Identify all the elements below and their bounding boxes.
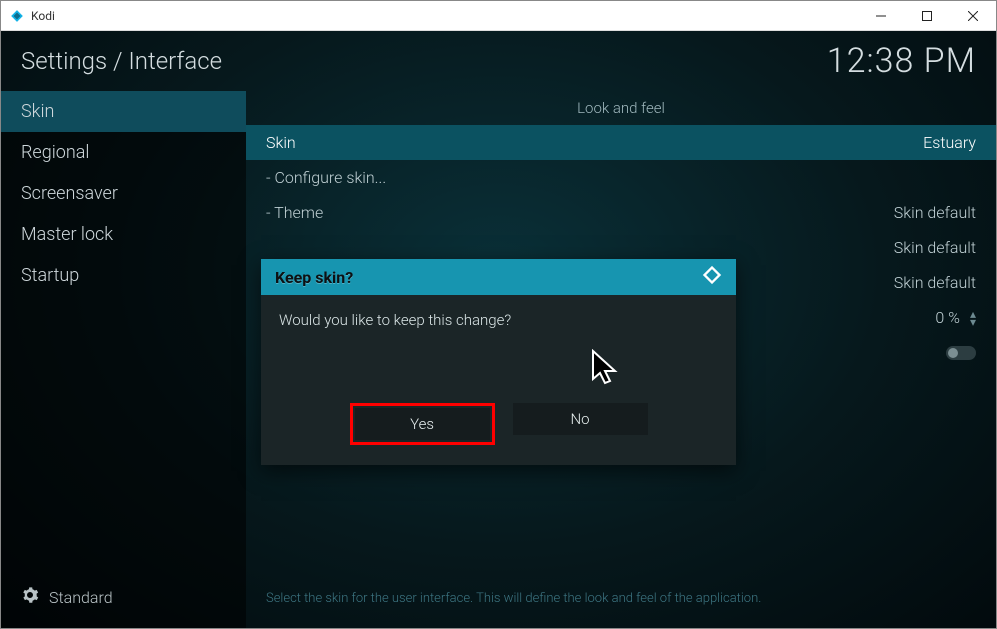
settings-level-label: Standard [49, 588, 113, 607]
sidebar-item-startup[interactable]: Startup [1, 255, 246, 296]
button-label: No [570, 410, 589, 428]
breadcrumb: Settings / Interface [21, 47, 222, 75]
setting-value: Estuary [923, 133, 976, 152]
sidebar-item-label: Startup [21, 265, 79, 286]
kodi-logo-icon [702, 265, 722, 289]
sidebar-item-label: Screensaver [21, 183, 118, 204]
sidebar-item-screensaver[interactable]: Screensaver [1, 173, 246, 214]
keep-skin-dialog: Keep skin? Would you like to keep this c… [261, 259, 736, 465]
setting-theme[interactable]: - Theme Skin default [246, 195, 996, 230]
section-title: Look and feel [246, 91, 996, 125]
spinner-arrows-icon[interactable]: ▴ ▾ [970, 310, 976, 326]
setting-help-text: Select the skin for the user interface. … [246, 575, 996, 628]
kodi-app-icon [9, 8, 25, 24]
dialog-title: Keep skin? [275, 268, 353, 287]
window-maximize-button[interactable] [904, 1, 950, 31]
button-label: Yes [410, 415, 434, 433]
setting-label: Skin [266, 133, 923, 152]
dialog-header: Keep skin? [261, 259, 736, 295]
gear-icon [21, 586, 39, 608]
setting-value: Skin default [894, 273, 976, 292]
dialog-message: Would you like to keep this change? [279, 311, 511, 329]
setting-value: Skin default [894, 238, 976, 257]
settings-sidebar: Skin Regional Screensaver Master lock St… [1, 91, 246, 628]
toggle-switch[interactable] [946, 346, 976, 360]
clock: 12:38 PM [827, 41, 976, 81]
sidebar-item-regional[interactable]: Regional [1, 132, 246, 173]
setting-label: - Configure skin... [266, 168, 976, 187]
sidebar-item-master-lock[interactable]: Master lock [1, 214, 246, 255]
window-close-button[interactable] [950, 1, 996, 31]
sidebar-item-skin[interactable]: Skin [1, 91, 246, 132]
window-title: Kodi [31, 9, 55, 23]
settings-level-button[interactable]: Standard [1, 572, 246, 628]
setting-value: Skin default [894, 203, 976, 222]
setting-configure-skin[interactable]: - Configure skin... [246, 160, 996, 195]
sidebar-item-label: Skin [21, 101, 54, 122]
dialog-yes-button[interactable]: Yes [355, 408, 490, 440]
setting-label: - Theme [266, 203, 894, 222]
window-minimize-button[interactable] [858, 1, 904, 31]
chevron-down-icon: ▾ [970, 318, 976, 326]
highlight-box: Yes [350, 403, 495, 445]
sidebar-item-label: Master lock [21, 224, 113, 245]
sidebar-item-label: Regional [21, 142, 89, 163]
setting-skin[interactable]: Skin Estuary [246, 125, 996, 160]
setting-value: 0 % [935, 308, 960, 327]
window-titlebar: Kodi [1, 1, 996, 31]
dialog-no-button[interactable]: No [513, 403, 648, 435]
